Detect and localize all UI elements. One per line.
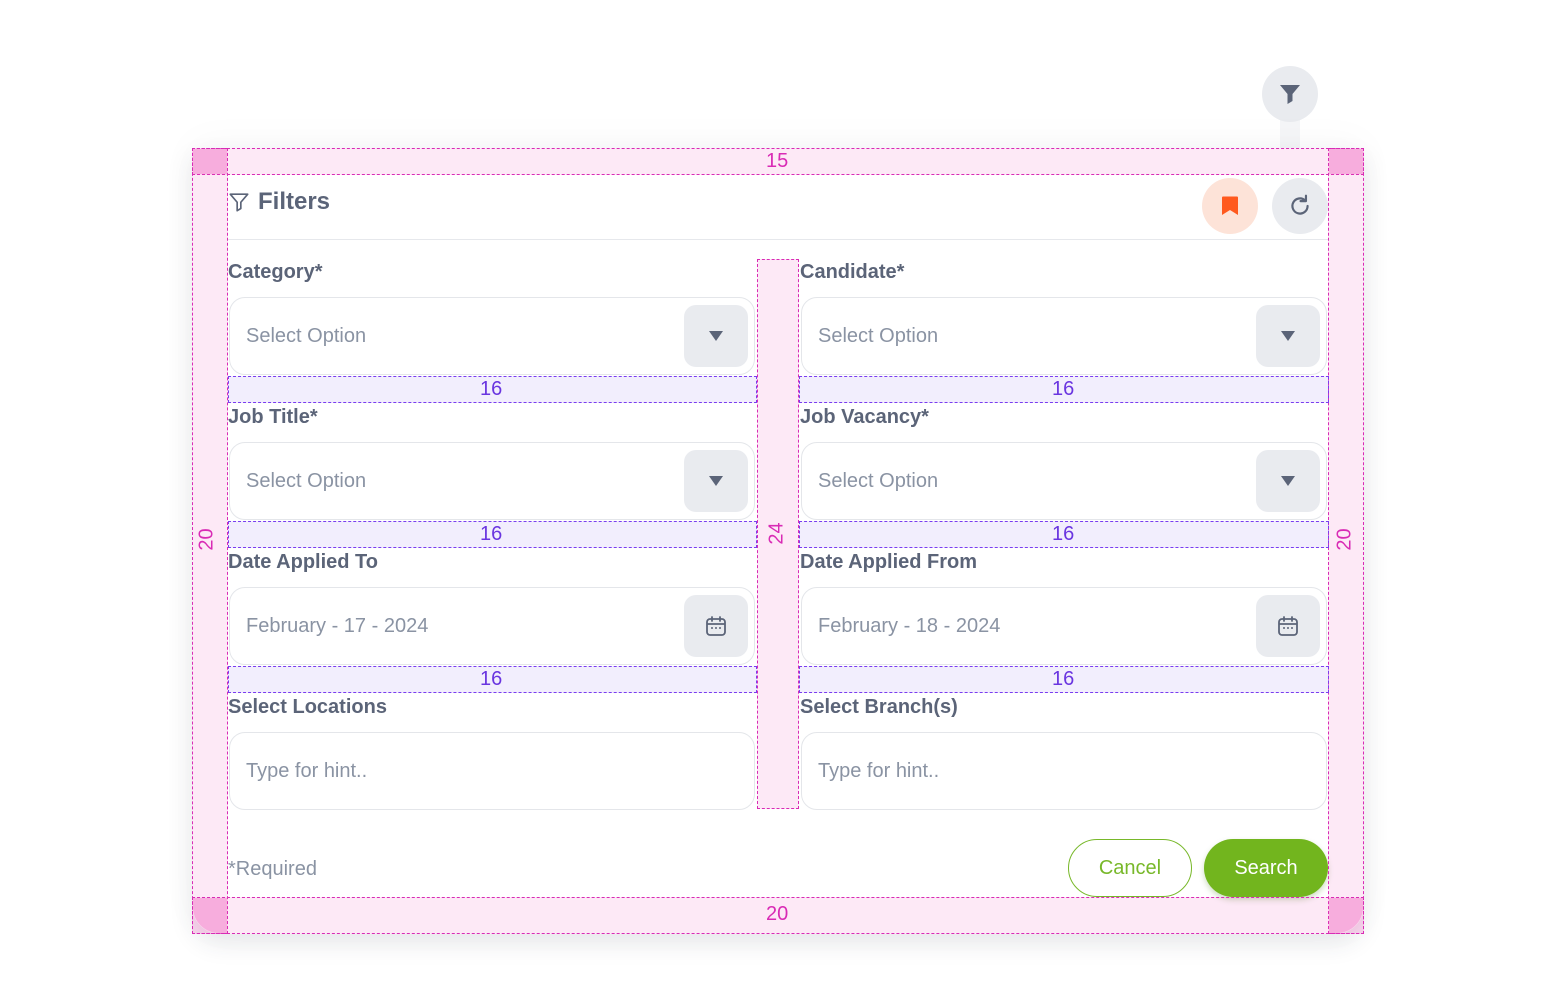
spacing-row-gap-value: 16 [480,668,503,690]
date-from-value: February - 18 - 2024 [818,615,1001,637]
calendar-icon [1278,616,1298,636]
candidate-value: Select Option [818,325,939,347]
caret-down-icon [1281,331,1295,341]
job-title-select[interactable]: Select Option [229,442,755,520]
candidate-select[interactable]: Select Option [801,297,1327,375]
date-from-picker-button[interactable] [1256,595,1320,657]
search-button[interactable]: Search [1204,839,1328,897]
toggle-connector [1280,119,1300,149]
category-select[interactable]: Select Option [229,297,755,375]
spacing-row-gap-value: 16 [480,523,503,545]
cancel-button[interactable]: Cancel [1068,839,1192,897]
candidate-dropdown-button[interactable] [1256,305,1320,367]
job-vacancy-label: Job Vacancy* [800,406,929,428]
calendar-icon [706,616,726,636]
category-label: Category* [228,261,323,283]
filters-title: Filters [228,188,330,216]
filters-title-text: Filters [258,188,331,215]
category-value: Select Option [246,325,367,347]
branches-placeholder: Type for hint.. [818,760,940,782]
locations-input[interactable]: Type for hint.. [229,732,755,810]
caret-down-icon [709,476,723,486]
locations-placeholder: Type for hint.. [246,760,368,782]
refresh-icon [1291,194,1309,215]
spacing-row-gap-value: 16 [1052,668,1075,690]
funnel-filled-icon [1280,85,1300,104]
job-title-value: Select Option [246,470,367,492]
spacing-row-gap-value: 16 [480,378,503,400]
job-vacancy-value: Select Option [818,470,939,492]
reset-filters-button[interactable] [1272,178,1328,234]
job-title-label: Job Title* [228,406,318,428]
locations-label: Select Locations [228,696,387,718]
spacing-row-gap-value: 16 [1052,378,1075,400]
save-filter-button[interactable] [1202,178,1258,234]
date-from-field[interactable]: February - 18 - 2024 [801,587,1327,665]
bookmark-icon [1222,196,1238,215]
job-vacancy-select[interactable]: Select Option [801,442,1327,520]
date-to-value: February - 17 - 2024 [246,615,429,637]
spacing-left-value: 20 [195,528,218,551]
spacing-top-value: 15 [766,150,789,172]
spacing-row-gap-value: 16 [1052,523,1075,545]
candidate-label: Candidate* [800,261,905,283]
caret-down-icon [709,331,723,341]
filters-header: Filters [228,176,1328,240]
spacing-column-gap-value: 24 [765,522,788,545]
spacing-corner [193,149,227,174]
job-title-dropdown-button[interactable] [684,450,748,512]
category-dropdown-button[interactable] [684,305,748,367]
job-vacancy-dropdown-button[interactable] [1256,450,1320,512]
spacing-corner [1329,149,1363,174]
branches-input[interactable]: Type for hint.. [801,732,1327,810]
date-to-picker-button[interactable] [684,595,748,657]
required-note: *Required [228,858,317,880]
date-from-label: Date Applied From [800,551,978,573]
date-to-label: Date Applied To [228,551,378,573]
branches-label: Select Branch(s) [800,696,958,718]
spacing-bottom-value: 20 [766,903,789,925]
date-to-field[interactable]: February - 17 - 2024 [229,587,755,665]
funnel-outline-icon [229,193,249,212]
caret-down-icon [1281,476,1295,486]
filter-toggle-button[interactable] [1262,66,1318,122]
spacing-right-value: 20 [1333,528,1356,551]
